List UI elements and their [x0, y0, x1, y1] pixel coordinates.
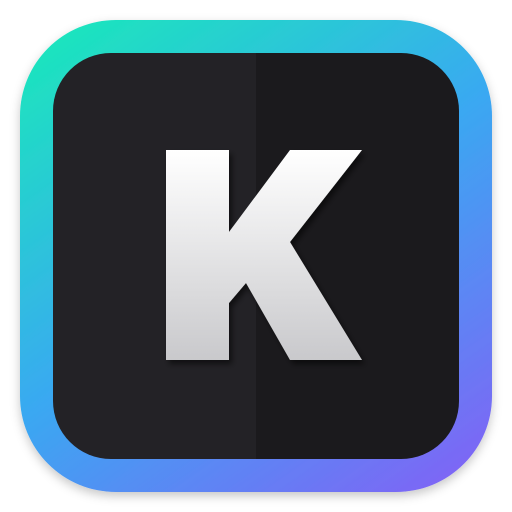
k-app-icon[interactable]: [0, 0, 512, 512]
icon-canvas: [0, 0, 512, 512]
k-logo-icon: [20, 20, 492, 492]
